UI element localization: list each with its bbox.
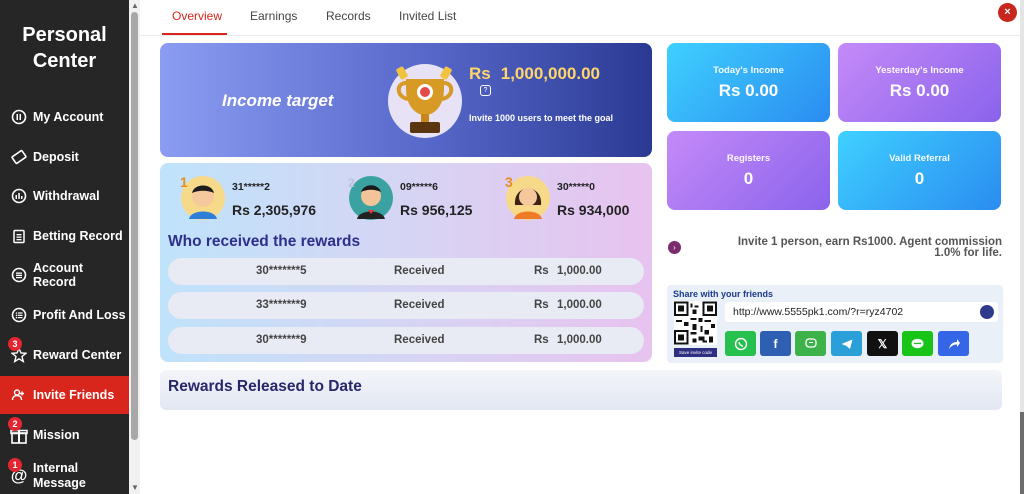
sidebar-item-reward-center[interactable]: 3 Reward Center bbox=[0, 336, 129, 374]
sidebar-item-withdrawal[interactable]: Withdrawal bbox=[0, 177, 129, 215]
svg-text:1: 1 bbox=[180, 175, 188, 190]
svg-text:2: 2 bbox=[348, 176, 355, 190]
sidebar-item-internal-message[interactable]: @ 1 Internal Message bbox=[0, 457, 129, 494]
valid-referral-card: Valid Referral 0 bbox=[838, 131, 1001, 210]
sidebar-item-profit-and-loss[interactable]: Profit And Loss bbox=[0, 296, 129, 334]
income-target-subtitle: Invite 1000 users to meet the goal bbox=[469, 113, 614, 123]
income-target-card: Income target Rs 1,000,000.00 ? Invite 10… bbox=[160, 43, 652, 157]
users-icon bbox=[10, 386, 28, 404]
avatar-man-icon: 2 bbox=[348, 176, 393, 220]
app-root: Personal Center My Account Deposit Withd… bbox=[0, 0, 1024, 494]
reward-row: 30*******5 Received Rs 1,000.00 bbox=[168, 258, 644, 285]
telegram-icon[interactable] bbox=[831, 331, 862, 356]
who-received-title: Who received the rewards bbox=[168, 233, 361, 250]
scroll-up-arrow-icon[interactable]: ▲ bbox=[131, 1, 139, 10]
trophy-icon bbox=[388, 64, 462, 138]
rewards-panel: 1 31*****2 Rs 2,305,976 2 09*****6 Rs 95… bbox=[160, 163, 652, 362]
tab-earnings[interactable]: Earnings bbox=[250, 9, 297, 23]
save-invite-code-button[interactable]: Save invite code bbox=[674, 348, 717, 357]
sidebar: Personal Center My Account Deposit Withd… bbox=[0, 0, 129, 494]
sidebar-item-deposit[interactable]: Deposit bbox=[0, 138, 129, 176]
reward-row: 33*******9 Received Rs 1,000.00 bbox=[168, 292, 644, 319]
whatsapp-icon[interactable] bbox=[725, 331, 756, 356]
gift-icon: 2 bbox=[8, 417, 28, 444]
avatar-girl-icon: 3 bbox=[505, 175, 550, 220]
close-button[interactable]: × bbox=[998, 3, 1017, 22]
todays-income-card: Today's Income Rs 0.00 bbox=[667, 43, 830, 122]
tab-invited-list[interactable]: Invited List bbox=[399, 9, 456, 23]
invite-info: › Invite 1 person, earn Rs1000. Agent co… bbox=[668, 236, 1004, 263]
rewards-released-title: Rewards Released to Date bbox=[168, 378, 362, 395]
share-icon[interactable] bbox=[938, 331, 969, 356]
window-edge bbox=[1020, 0, 1024, 494]
qr-code-icon[interactable] bbox=[674, 301, 717, 345]
copy-icon[interactable] bbox=[980, 305, 994, 319]
registers-card: Registers 0 bbox=[667, 131, 830, 210]
info-icon[interactable]: ? bbox=[480, 85, 491, 96]
sidebar-item-betting-record[interactable]: Betting Record bbox=[0, 217, 129, 255]
income-target-amount: Rs 1,000,000.00 bbox=[469, 64, 600, 83]
tab-records[interactable]: Records bbox=[326, 9, 371, 23]
sidebar-item-mission[interactable]: 2 Mission bbox=[0, 416, 129, 454]
deposit-icon bbox=[10, 148, 28, 166]
chevron-right-icon[interactable]: › bbox=[668, 241, 681, 254]
list-icon bbox=[10, 266, 28, 284]
mission-badge: 2 bbox=[8, 417, 22, 431]
sidebar-title: Personal Center bbox=[22, 24, 107, 72]
scroll-down-arrow-icon[interactable]: ▼ bbox=[131, 483, 139, 492]
income-target-title: Income target bbox=[222, 91, 334, 110]
scrollbar-thumb[interactable] bbox=[131, 12, 138, 440]
withdrawal-icon bbox=[10, 187, 28, 205]
sidebar-item-invite-friends[interactable]: Invite Friends bbox=[0, 376, 129, 414]
mail-icon: @ 1 bbox=[8, 458, 28, 485]
svg-text:3: 3 bbox=[505, 175, 513, 190]
account-icon bbox=[10, 108, 28, 126]
yesterdays-income-card: Yesterday's Income Rs 0.00 bbox=[838, 43, 1001, 122]
clipboard-icon bbox=[10, 227, 28, 245]
reward-row: 30*******9 Received Rs 1,000.00 bbox=[168, 327, 644, 354]
avatar-boy-icon: 1 bbox=[180, 175, 225, 220]
list-icon bbox=[10, 306, 28, 324]
star-icon: 3 bbox=[8, 337, 28, 364]
x-icon[interactable]: 𝕏 bbox=[867, 331, 898, 356]
tab-overview[interactable]: Overview bbox=[172, 9, 222, 23]
sidebar-item-account-record[interactable]: Account Record bbox=[0, 256, 129, 294]
share-panel: Share with your friends Save invite code… bbox=[667, 285, 1003, 363]
reward-center-badge: 3 bbox=[8, 337, 22, 351]
line-icon[interactable] bbox=[902, 331, 933, 356]
sidebar-scrollbar[interactable]: ▲ ▼ bbox=[129, 0, 140, 494]
facebook-icon[interactable]: f bbox=[760, 331, 791, 356]
rewards-released-panel: Rewards Released to Date bbox=[160, 370, 1002, 410]
share-title: Share with your friends bbox=[673, 289, 774, 299]
sms-icon[interactable] bbox=[795, 331, 826, 356]
internal-message-badge: 1 bbox=[8, 458, 22, 472]
invite-link-field[interactable]: http://www.5555pk1.com/?r=ryz4702 bbox=[725, 302, 998, 322]
sidebar-item-my-account[interactable]: My Account bbox=[0, 98, 129, 136]
active-tab-indicator bbox=[162, 33, 227, 35]
